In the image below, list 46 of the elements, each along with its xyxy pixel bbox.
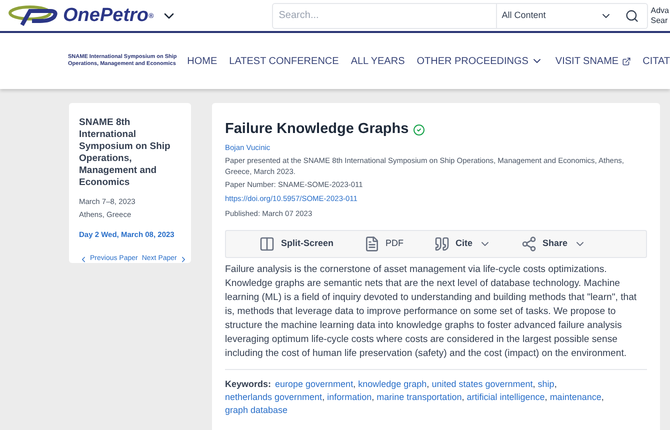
nav-link[interactable]: ALL YEARS <box>350 54 405 68</box>
search-input[interactable]: Search... <box>272 4 496 28</box>
nav-link[interactable]: LATEST CONFERENCE <box>229 54 339 68</box>
search-button[interactable] <box>616 2 648 28</box>
nav-link[interactable]: OTHER PROCEEDINGS <box>416 54 544 68</box>
scope-select[interactable]: All Content <box>496 2 617 28</box>
separator: , <box>601 392 604 402</box>
keyword-link[interactable]: information <box>327 392 372 402</box>
separator: , <box>554 378 557 389</box>
nav-link[interactable]: VISIT SNAME <box>555 54 631 68</box>
keyword-link[interactable]: artificial intelligence <box>466 392 545 402</box>
separator: , <box>372 392 376 402</box>
quote-icon <box>434 236 450 252</box>
toolbar-button[interactable]: PDF <box>364 236 404 252</box>
logo-text[interactable]: OnePetro$^{®}$ <box>63 6 154 25</box>
document-icon <box>364 236 380 252</box>
abstract-text: Failure analysis is the cornerstone of asset management via life-cycle costs optimizations. Knowledge graphs are semantic nets that are the next level of database technology. Machine learning (ML) is a field of inquiry devoted to understanding and building methods that "learn", that is, methods that leverage data to improve performance on some set of tasks. We propose to structure the machine learning data into knowledge graphs to foster advanced failure analysis leveraging optimum life-cycle costs where costs are considered in the largest possible sense including the cost of human life preservation (safety) and the cost (impact) on the environment. <box>225 262 638 361</box>
separator: , <box>322 392 326 402</box>
keywords-label: Keywords: <box>225 378 272 389</box>
keyword-link[interactable]: marine transportation <box>376 392 462 402</box>
chevron-left-icon <box>79 254 88 264</box>
keyword-link[interactable]: ship <box>538 378 554 389</box>
separator: , <box>426 378 430 389</box>
toolbar-button[interactable]: Share <box>520 236 586 252</box>
separator: , <box>532 378 536 389</box>
toolbar-button[interactable]: Cite <box>434 236 491 252</box>
separator: , <box>544 392 548 402</box>
logo-icon <box>8 4 60 26</box>
keyword-link[interactable]: netherlands government <box>225 392 322 402</box>
article-title: Failure Knowledge Graphs <box>225 120 409 139</box>
conference-title: SNAME 8th International Symposium on Ship Operations, Management and Economics <box>79 117 172 189</box>
nav-link[interactable]: HOME <box>187 54 218 68</box>
search-icon <box>624 8 639 22</box>
split-screen-icon <box>259 236 275 252</box>
keyword-link[interactable]: united states government <box>432 378 533 389</box>
separator: , <box>353 378 357 389</box>
nav-link[interactable]: CITAT <box>642 54 670 68</box>
external-link-icon <box>622 56 631 66</box>
keyword-link[interactable]: europe government <box>275 378 354 389</box>
keyword-link[interactable]: maintenance <box>550 392 602 402</box>
separator: , <box>462 392 466 402</box>
advanced-search-link[interactable]: Adva Sear <box>650 6 669 26</box>
share-icon <box>520 236 537 252</box>
keyword-link[interactable]: knowledge graph <box>358 378 427 389</box>
toolbar-button[interactable]: Split-Screen <box>259 236 334 252</box>
keyword-link[interactable]: graph database <box>225 404 288 415</box>
